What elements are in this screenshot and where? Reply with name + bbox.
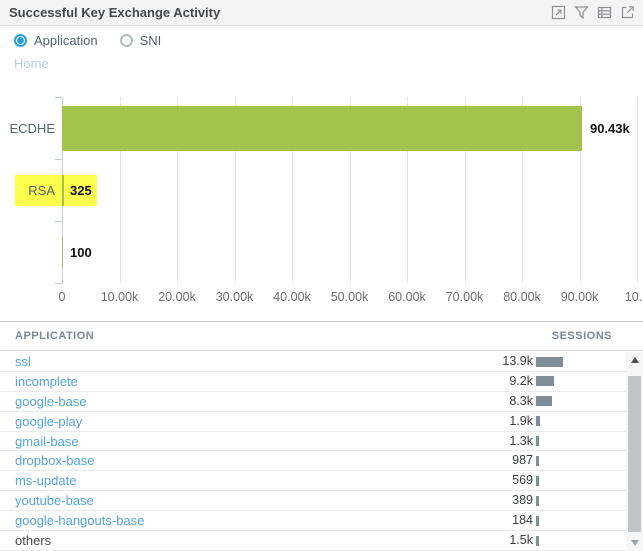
y-axis-tick bbox=[55, 159, 62, 160]
bar-value-label: 90.43k bbox=[589, 120, 630, 136]
application-table: ssl 13.9k incomplete 9.2k google-base 8.3k goo… bbox=[0, 352, 626, 551]
breadcrumb: Home bbox=[14, 56, 49, 71]
category-label: ECDHE bbox=[9, 120, 55, 136]
sessions-value: 13.9k bbox=[502, 354, 533, 368]
x-axis-tick-label: 50.00k bbox=[330, 290, 369, 304]
table-header: APPLICATION SESSIONS bbox=[0, 321, 643, 351]
sessions-mini-bar bbox=[536, 455, 539, 466]
sessions-value: 389 bbox=[512, 493, 533, 508]
table-row: google-hangouts-base 184 bbox=[0, 511, 626, 532]
scroll-up-button[interactable] bbox=[626, 352, 643, 368]
bar-value-label: 325 bbox=[70, 182, 92, 198]
table-row: gmail-base 1.3k bbox=[0, 432, 626, 452]
radio-sni[interactable]: SNI bbox=[119, 33, 162, 48]
table-row: google-play 1.9k bbox=[0, 412, 626, 432]
titlebar-icon-group bbox=[550, 5, 635, 21]
application-name-link[interactable]: google-hangouts-base bbox=[15, 511, 144, 530]
chart-bar[interactable] bbox=[62, 174, 64, 206]
key-exchange-widget: Successful Key Exchange Activity Applica… bbox=[0, 0, 643, 551]
radio-application[interactable]: Application bbox=[14, 33, 98, 48]
application-name-link[interactable]: ms-update bbox=[15, 471, 76, 490]
widget-title: Successful Key Exchange Activity bbox=[9, 5, 221, 20]
application-name-link[interactable]: youtube-base bbox=[15, 491, 94, 510]
table-row: youtube-base 389 bbox=[0, 491, 626, 512]
table-row: others 1.5k bbox=[0, 531, 626, 551]
sessions-value: 9.2k bbox=[509, 373, 533, 388]
application-name-link[interactable]: ssl bbox=[15, 352, 31, 371]
application-name-link[interactable]: google-base bbox=[15, 392, 87, 411]
sessions-value: 987 bbox=[512, 453, 533, 468]
column-header-sessions[interactable]: SESSIONS bbox=[552, 322, 612, 351]
bar-value-label: 100 bbox=[70, 244, 92, 260]
sessions-value: 569 bbox=[512, 473, 533, 488]
x-axis-tick-label: 40.00k bbox=[273, 290, 311, 304]
sessions-value: 1.5k bbox=[509, 533, 533, 548]
sessions-mini-bar bbox=[536, 416, 540, 427]
x-axis-tick-label: 90.00k bbox=[560, 290, 599, 304]
table-row: ssl 13.9k bbox=[0, 352, 626, 372]
sessions-mini-bar bbox=[536, 535, 539, 546]
x-axis-tick-label: 60.00k bbox=[388, 290, 426, 304]
x-axis-tick-label: 10.00k bbox=[100, 290, 139, 304]
filter-icon[interactable] bbox=[573, 5, 589, 21]
sessions-mini-bar bbox=[536, 515, 539, 526]
sessions-mini-bar bbox=[536, 376, 554, 387]
y-axis-tick bbox=[55, 97, 62, 98]
widget-titlebar: Successful Key Exchange Activity bbox=[0, 0, 643, 26]
sessions-mini-bar bbox=[536, 396, 552, 407]
chart-bar[interactable] bbox=[62, 105, 582, 151]
gridline bbox=[637, 97, 638, 283]
x-axis-tick-label: 20.00k bbox=[158, 290, 196, 304]
x-axis-tick-label: 30.00k bbox=[215, 290, 254, 304]
scroll-down-button[interactable] bbox=[626, 535, 643, 551]
table-row: dropbox-base 987 bbox=[0, 451, 626, 472]
application-name-link[interactable]: gmail-base bbox=[15, 432, 79, 451]
x-axis-tick-label: 80.00k bbox=[503, 290, 541, 304]
key-exchange-bar-chart: ECDHE 90.43k RSA 325 100 0 10.00k 20.00k 30.00k 4… bbox=[0, 88, 643, 308]
column-header-application[interactable]: APPLICATION bbox=[15, 322, 94, 351]
table-row: incomplete 9.2k bbox=[0, 372, 626, 392]
table-row: ms-update 569 bbox=[0, 471, 626, 492]
category-label: RSA bbox=[28, 182, 55, 198]
application-name: others bbox=[15, 533, 52, 549]
x-axis-tick-label: 10... bbox=[624, 290, 643, 304]
radio-application-label: Application bbox=[34, 33, 98, 48]
sessions-value: 1.9k bbox=[509, 413, 533, 428]
sessions-mini-bar bbox=[536, 475, 539, 486]
table-icon[interactable] bbox=[596, 5, 612, 21]
radio-unselected-icon bbox=[119, 34, 133, 47]
y-axis-tick bbox=[55, 283, 62, 284]
application-name-link[interactable]: google-play bbox=[15, 412, 82, 431]
application-name-link[interactable]: incomplete bbox=[15, 372, 78, 391]
view-toggle: Application SNI bbox=[14, 33, 161, 48]
sessions-value: 1.3k bbox=[509, 433, 533, 448]
radio-selected-icon bbox=[14, 34, 27, 47]
sessions-mini-bar bbox=[536, 495, 539, 506]
sessions-mini-bar bbox=[536, 356, 563, 367]
breadcrumb-home-link[interactable]: Home bbox=[14, 56, 49, 71]
application-name-link[interactable]: dropbox-base bbox=[15, 451, 95, 470]
x-axis-tick-label: 70.00k bbox=[445, 290, 484, 304]
sessions-value: 184 bbox=[512, 513, 533, 528]
chart-bar[interactable] bbox=[62, 236, 63, 268]
sessions-mini-bar bbox=[536, 436, 539, 447]
y-axis-tick bbox=[55, 221, 62, 222]
export-icon[interactable] bbox=[619, 5, 635, 21]
scrollbar-thumb[interactable] bbox=[628, 376, 641, 532]
x-axis-tick-label: 0 bbox=[58, 290, 66, 304]
table-row: google-base 8.3k bbox=[0, 392, 626, 412]
table-scrollbar[interactable] bbox=[626, 352, 643, 551]
sessions-value: 8.3k bbox=[509, 393, 533, 408]
radio-sni-label: SNI bbox=[139, 33, 162, 48]
maximize-icon[interactable] bbox=[550, 5, 566, 21]
